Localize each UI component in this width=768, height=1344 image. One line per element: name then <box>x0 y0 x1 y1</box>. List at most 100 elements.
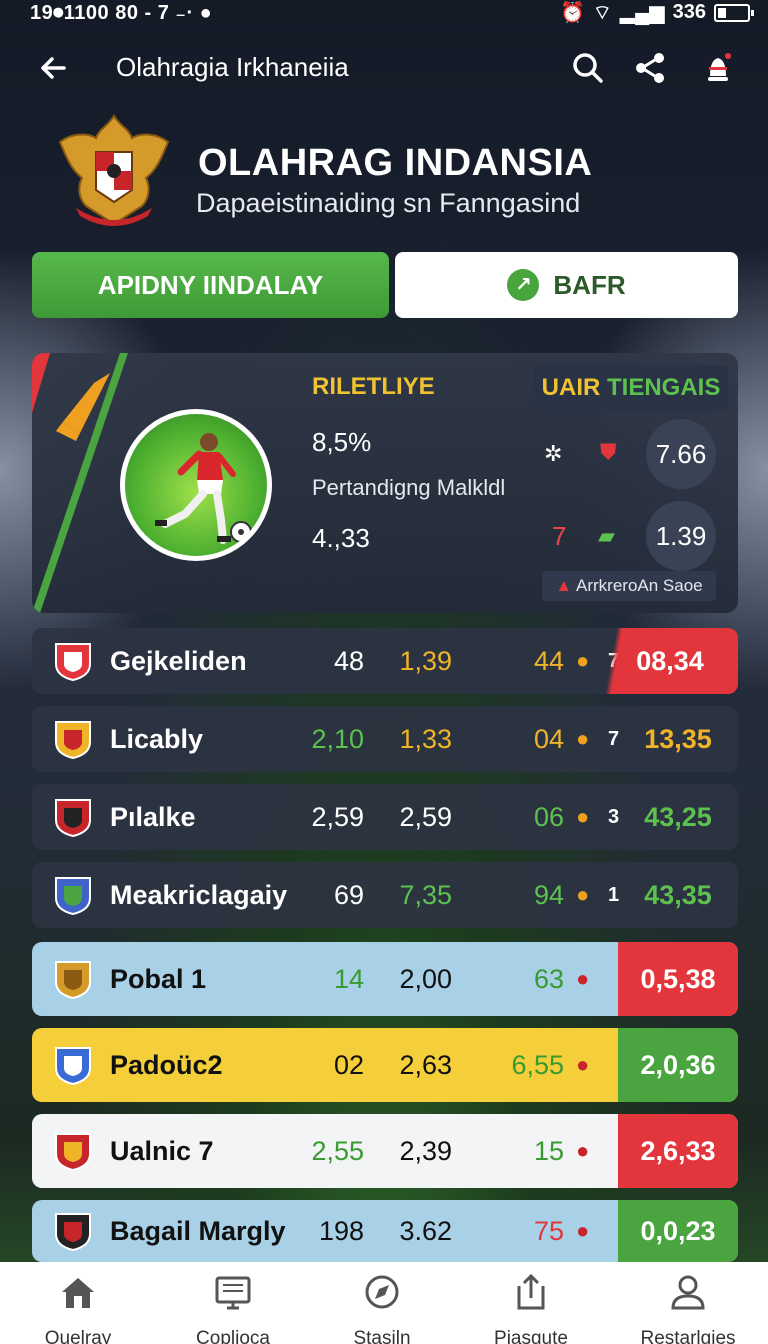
share-icon <box>636 53 664 83</box>
p-icon: ↗ <box>507 269 540 301</box>
search-button[interactable] <box>568 48 608 88</box>
stat-col-1: 2,55 <box>311 1136 364 1166</box>
status-icons: ⏰ ⌔ ▂▄▆ 336 <box>559 0 754 25</box>
score-badge: 13,35 <box>644 724 712 754</box>
nav-label: Restarlgies <box>640 1328 736 1344</box>
feature-label: RILETLIYE <box>312 373 435 400</box>
team-name: Meakriclagaiy <box>110 880 288 910</box>
table-row[interactable]: Meakriclagaiy 69 7,35 94 ● 1 43,35 <box>32 862 738 928</box>
feature-percent: 8,5% <box>312 427 372 457</box>
team-logo <box>55 721 91 760</box>
garuda-emblem-logo <box>58 114 170 226</box>
stat-col-3: 15 <box>533 1136 564 1166</box>
score-badge: 0,5,38 <box>618 942 738 1016</box>
person-icon <box>618 1272 758 1324</box>
back-button[interactable] <box>34 48 74 88</box>
stat-col-3: 44 <box>533 646 564 676</box>
stat-col-1: 02 <box>333 1050 364 1080</box>
badge-icon: ● <box>576 1138 590 1163</box>
stat-col-1: 2,10 <box>311 724 364 754</box>
battery-icon <box>714 3 754 22</box>
nav-item-profile[interactable]: Restarlgies <box>618 1262 758 1344</box>
ball-icon: ● <box>576 966 590 991</box>
flag-icon: ▲ <box>555 576 576 595</box>
table-row[interactable]: Licably 2,10 1,33 04 ● 7 13,35 <box>32 706 738 772</box>
team-name: Pobal 1 <box>110 964 207 994</box>
globe-icon: ● <box>576 882 590 907</box>
share-button[interactable] <box>630 48 670 88</box>
nav-item-compass[interactable]: Stasiln <box>312 1262 452 1344</box>
app-bar: Olahragia Irkhaneiia <box>0 40 768 96</box>
status-time: 19⏺1100 80 - 7 ₋· ● <box>30 2 213 24</box>
secondary-action-button[interactable]: ↗ BAFR <box>395 252 738 318</box>
bottom-navigation: Ouelray Coplioca Stasiln Piasgute Restar… <box>0 1262 768 1344</box>
score-badge: 2,0,36 <box>618 1028 738 1102</box>
nav-label: Ouelray <box>44 1328 112 1344</box>
team-logo <box>55 1047 91 1086</box>
feature-value: 4.,33 <box>312 523 370 553</box>
status-bar: 19⏺1100 80 - 7 ₋· ● ⏰ ⌔ ▂▄▆ 336 <box>0 0 768 26</box>
score-badge: 08,34 <box>602 628 738 694</box>
stat-col-3: 94 <box>533 880 564 910</box>
table-row[interactable]: Pılalke 2,59 2,59 06 ● 3 43,25 <box>32 784 738 850</box>
right-label-part-b: TIENGAIS <box>600 374 721 401</box>
score-badge: 43,35 <box>644 880 712 910</box>
nav-label: Stasiln <box>353 1328 411 1344</box>
team-name: Bagail Margly <box>110 1216 286 1246</box>
medal-icon: ● <box>576 804 590 829</box>
trophy-icon: ● <box>576 726 590 751</box>
featured-match-card[interactable]: RILETLIYE 8,5% Pertandigng Malkldl 4.,33… <box>32 353 738 613</box>
feature-subtitle: Pertandigng Malkldl <box>312 475 506 500</box>
stat-col-3: 6,55 <box>511 1050 564 1080</box>
app-title: Olahragia Irkhaneiia <box>116 52 349 82</box>
flag-icon: ● <box>576 1218 590 1243</box>
stat-col-1: 14 <box>333 964 364 994</box>
table-row[interactable]: Padoüc2 02 2,63 6,55 ● 2,0,36 <box>32 1028 738 1102</box>
football-player-illustration <box>155 433 252 544</box>
share-box-icon <box>461 1272 601 1324</box>
compass-icon <box>312 1272 452 1324</box>
alarm-icon: ⏰ <box>559 2 585 24</box>
flag-icon: ● <box>576 1052 590 1077</box>
feature-chip[interactable]: ▲ ArrkreroАn Saoe <box>542 571 716 601</box>
score-circle-2: 1.39 <box>646 501 716 571</box>
table-row[interactable]: Bagail Margly 198 3.62 75 ● 0,0,23 <box>32 1200 738 1262</box>
nav-item-tv[interactable]: Coplioca <box>163 1262 303 1344</box>
team-logo <box>55 877 91 916</box>
search-icon <box>573 53 603 83</box>
team-logo <box>55 961 91 1000</box>
whistle-icon: ● <box>576 648 590 673</box>
stat-col-1: 2,59 <box>311 802 364 832</box>
stat-col-2: 2,00 <box>399 964 452 994</box>
arrow-left-icon <box>41 57 66 79</box>
team-name: Padoüc2 <box>110 1050 223 1080</box>
table-row[interactable]: Pobal 1 14 2,00 63 ● 0,5,38 <box>32 942 738 1016</box>
stat-col-2: 2,59 <box>399 802 452 832</box>
notification-button[interactable] <box>698 48 738 88</box>
team-name: Ualnic 7 <box>110 1136 214 1166</box>
table-row[interactable]: Gejkeliden481,3944●708,34 <box>32 628 738 694</box>
home-icon <box>8 1272 148 1324</box>
player-photo <box>120 409 272 561</box>
primary-action-button[interactable]: APIDNY IINDALAY <box>32 252 389 318</box>
battery-text: 336 <box>672 1 706 23</box>
wifi-icon: ⌔ <box>592 2 612 24</box>
chip-label: ArrkreroАn Saoe <box>576 576 703 595</box>
nav-item-home[interactable]: Ouelray <box>8 1262 148 1344</box>
stat-col-3: 63 <box>533 964 564 994</box>
feature-right-label[interactable]: UAIR TIENGAIS <box>534 365 728 411</box>
table-row[interactable]: Ualnic 7 2,55 2,39 15 ● 2,6,33 <box>32 1114 738 1188</box>
stat-col-3: 04 <box>533 724 564 754</box>
stat-col-2: 2,63 <box>399 1050 452 1080</box>
stat-col-1: 69 <box>333 880 364 910</box>
team-name: Licably <box>110 724 204 754</box>
nav-item-share[interactable]: Piasgute <box>461 1262 601 1344</box>
nav-label: Coplioca <box>196 1328 270 1344</box>
secondary-action-label: BAFR <box>553 269 626 300</box>
stat-col-1: 198 <box>318 1216 364 1246</box>
score-circle-1: 7.66 <box>646 419 716 489</box>
stat-col-2: 3.62 <box>399 1216 452 1246</box>
team-logo <box>55 643 91 682</box>
tv-icon <box>163 1272 303 1324</box>
stat-col-3: 06 <box>533 802 564 832</box>
